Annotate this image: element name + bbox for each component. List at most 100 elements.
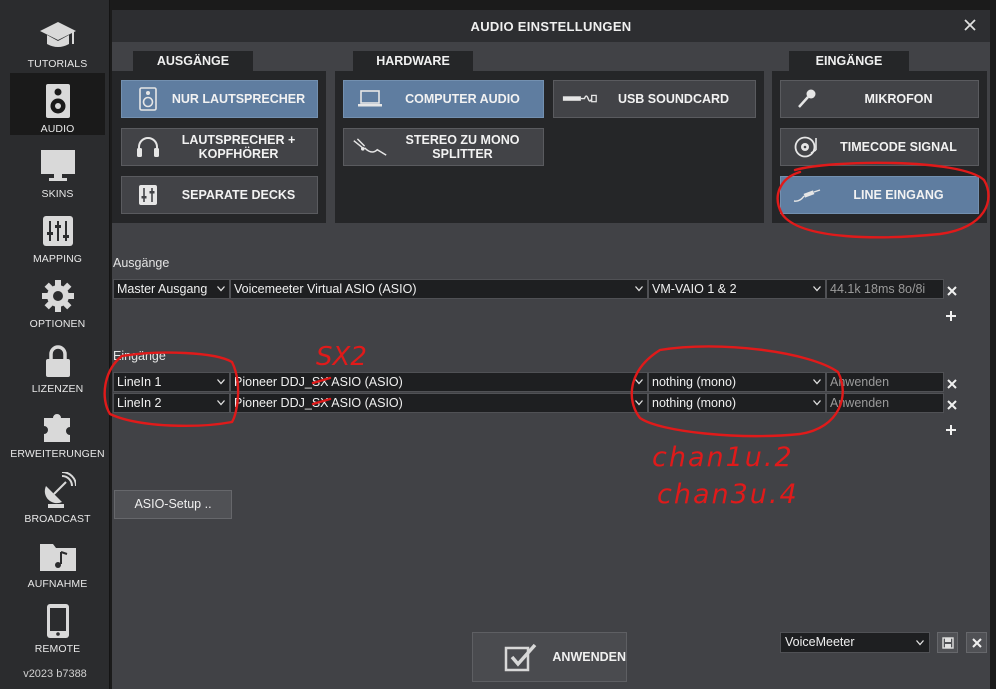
select-value: Master Ausgang <box>117 282 208 296</box>
smartphone-icon <box>38 601 78 641</box>
input-apply-field[interactable]: Anwenden <box>826 372 944 392</box>
sidebar-item-remote[interactable]: REMOTE <box>10 593 105 655</box>
sidebar-item-label: SKINS <box>41 188 74 200</box>
hardware-computer-audio-button[interactable]: COMPUTER AUDIO <box>343 80 544 118</box>
button-label: LINE EINGANG <box>853 188 944 202</box>
sidebar-item-aufnahme[interactable]: AUFNAHME <box>10 528 105 590</box>
laptop-icon <box>352 83 388 115</box>
sidebar-item-mapping[interactable]: MAPPING <box>10 203 105 265</box>
audio-settings-panel: AUDIO EINSTELLUNGEN AUSGÄNGE NUR LAUTSPR… <box>112 10 990 689</box>
sidebar-item-label: REMOTE <box>34 643 81 655</box>
sidebar-item-skins[interactable]: SKINS <box>10 138 105 200</box>
info-value: 44.1k 18ms 8o/8i <box>830 282 926 296</box>
checkbox-check-icon <box>499 639 542 675</box>
puzzle-icon <box>38 406 78 446</box>
input-device-select[interactable]: Pioneer DDJ_SX ASIO (ASIO) <box>230 393 648 413</box>
close-icon[interactable] <box>962 17 978 33</box>
input-apply-field[interactable]: Anwenden <box>826 393 944 413</box>
button-label: SEPARATE DECKS <box>181 188 296 202</box>
select-value: nothing (mono) <box>652 375 737 389</box>
inputs-group: MIKROFON TIMECODE SIGNAL LINE EINGANG <box>772 71 987 223</box>
remove-output-icon[interactable] <box>946 284 958 296</box>
mixer-icon <box>130 179 166 211</box>
chevron-down-icon <box>635 400 643 406</box>
select-value: Voicemeeter Virtual ASIO (ASIO) <box>234 282 417 296</box>
button-label: MIKROFON <box>864 92 933 106</box>
monitor-icon <box>38 146 78 186</box>
select-value: VoiceMeeter <box>785 635 855 649</box>
sidebar-item-broadcast[interactable]: BROADCAST <box>10 463 105 525</box>
delete-preset-button[interactable] <box>966 632 987 653</box>
select-value: Pioneer DDJ_SX ASIO (ASIO) <box>234 396 403 410</box>
chevron-down-icon <box>813 286 821 292</box>
sidebar: TUTORIALS AUDIO SKINS MAPPING OPTIONEN L… <box>0 0 110 689</box>
add-input-icon[interactable] <box>945 423 957 435</box>
input-microphone-button[interactable]: MIKROFON <box>780 80 979 118</box>
sidebar-item-label: BROADCAST <box>24 513 91 525</box>
gear-icon <box>38 276 78 316</box>
graduation-cap-icon <box>38 16 78 56</box>
vinyl-icon <box>789 131 825 163</box>
apply-button[interactable]: ANWENDEN <box>472 632 627 682</box>
sidebar-item-label: AUFNAHME <box>27 578 88 590</box>
output-port-select[interactable]: VM-VAIO 1 & 2 <box>648 279 826 299</box>
outputs-group: NUR LAUTSPRECHER LAUTSPRECHER + KOPFHÖRE… <box>112 71 326 223</box>
preset-select[interactable]: VoiceMeeter <box>780 632 930 653</box>
version-label: v2023 b7388 <box>23 668 87 680</box>
button-label: NUR LAUTSPRECHER <box>171 92 306 106</box>
splitter-cable-icon <box>352 131 388 163</box>
speaker-icon <box>38 81 78 121</box>
output-info-field[interactable]: 44.1k 18ms 8o/8i <box>826 279 944 299</box>
window-title: AUDIO EINSTELLUNGEN <box>470 19 632 34</box>
hardware-stereo-mono-splitter-button[interactable]: STEREO ZU MONO SPLITTER <box>343 128 544 166</box>
select-value: LineIn 2 <box>117 396 162 410</box>
chevron-down-icon <box>813 379 821 385</box>
close-icon <box>971 637 982 648</box>
input-line-in-button[interactable]: LINE EINGANG <box>780 176 979 214</box>
output-mode-speakers-only-button[interactable]: NUR LAUTSPRECHER <box>121 80 318 118</box>
output-mode-separate-decks-button[interactable]: SEPARATE DECKS <box>121 176 318 214</box>
outputs-group-tab: AUSGÄNGE <box>133 51 253 71</box>
inputs-group-tab: EINGÄNGE <box>789 51 909 71</box>
input-port-select[interactable]: nothing (mono) <box>648 393 826 413</box>
remove-input-icon[interactable] <box>946 377 958 389</box>
output-device-select[interactable]: Voicemeeter Virtual ASIO (ASIO) <box>230 279 648 299</box>
chevron-down-icon <box>217 400 225 406</box>
headphones-icon <box>130 131 166 163</box>
chevron-down-icon <box>813 400 821 406</box>
input-channel-select[interactable]: LineIn 1 <box>113 372 230 392</box>
input-timecode-button[interactable]: TIMECODE SIGNAL <box>780 128 979 166</box>
sidebar-item-lizenzen[interactable]: LIZENZEN <box>10 333 105 395</box>
output-channel-select[interactable]: Master Ausgang <box>113 279 230 299</box>
remove-input-icon[interactable] <box>946 398 958 410</box>
button-label: LAUTSPRECHER + KOPFHÖRER <box>181 133 296 161</box>
save-icon <box>941 636 954 649</box>
sidebar-item-label: OPTIONEN <box>29 318 86 330</box>
save-preset-button[interactable] <box>937 632 958 653</box>
chevron-down-icon <box>217 286 225 292</box>
button-label: STEREO ZU MONO SPLITTER <box>405 133 520 161</box>
title-bar: AUDIO EINSTELLUNGEN <box>112 10 990 42</box>
select-value: nothing (mono) <box>652 396 737 410</box>
chevron-down-icon <box>916 640 924 646</box>
sidebar-item-tutorials[interactable]: TUTORIALS <box>10 8 105 70</box>
inputs-section-label: Eingänge <box>113 349 166 363</box>
input-channel-select[interactable]: LineIn 2 <box>113 393 230 413</box>
asio-setup-button[interactable]: ASIO-Setup .. <box>114 490 232 519</box>
select-value: VM-VAIO 1 & 2 <box>652 282 737 296</box>
sidebar-item-audio[interactable]: AUDIO <box>10 73 105 135</box>
add-output-icon[interactable] <box>945 309 957 321</box>
sidebar-item-label: AUDIO <box>40 123 75 135</box>
line-cable-icon <box>789 179 825 211</box>
input-port-select[interactable]: nothing (mono) <box>648 372 826 392</box>
input-device-select[interactable]: Pioneer DDJ_SX ASIO (ASIO) <box>230 372 648 392</box>
sidebar-item-optionen[interactable]: OPTIONEN <box>10 268 105 330</box>
sliders-icon <box>38 211 78 251</box>
sidebar-item-erweiterungen[interactable]: ERWEITERUNGEN <box>10 398 105 460</box>
sidebar-item-label: TUTORIALS <box>27 58 88 70</box>
chevron-down-icon <box>635 286 643 292</box>
hardware-usb-soundcard-button[interactable]: USB SOUNDCARD <box>553 80 756 118</box>
button-label: COMPUTER AUDIO <box>405 92 520 106</box>
output-mode-speakers-headphones-button[interactable]: LAUTSPRECHER + KOPFHÖRER <box>121 128 318 166</box>
select-value: Pioneer DDJ_SX ASIO (ASIO) <box>234 375 403 389</box>
